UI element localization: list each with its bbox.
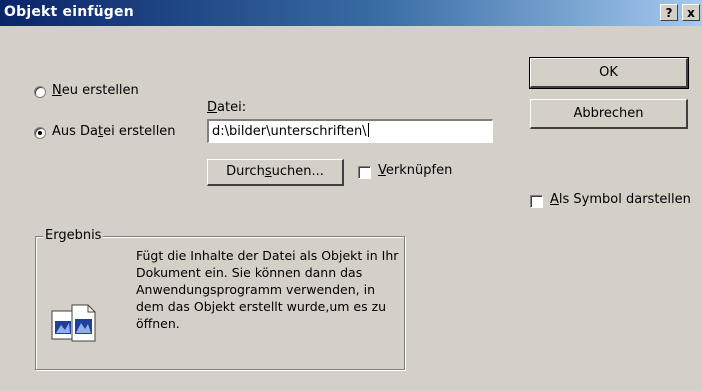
cancel-button[interactable]: Abbrechen: [530, 99, 688, 129]
symbol-accel: A: [550, 192, 559, 207]
file-label-rest: atei:: [217, 100, 247, 115]
title-bar: Objekt einfügen ? x: [0, 0, 702, 26]
text-caret: [367, 123, 369, 137]
link-checkbox[interactable]: [358, 166, 371, 179]
radio-from-file[interactable]: [34, 127, 46, 139]
browse-button[interactable]: Durchsuchen...: [207, 159, 344, 186]
close-button[interactable]: x: [682, 4, 700, 21]
symbol-label-rest: ls Symbol darstellen: [558, 192, 691, 207]
ok-button[interactable]: OK: [529, 57, 689, 89]
radio-from-file-label[interactable]: Aus Datei erstellen: [52, 124, 176, 139]
radio-from-file-label-post: ei erstellen: [103, 124, 176, 139]
symbol-checkbox-label[interactable]: Als Symbol darstellen: [550, 192, 691, 207]
window-title: Objekt einfügen: [4, 4, 134, 20]
document-object-icon: [51, 304, 96, 342]
radio-new-accel: N: [52, 83, 62, 98]
browse-label-post: uchen...: [271, 164, 324, 179]
result-group: Ergebnis Fügt die Inhalte der Datei als …: [35, 228, 405, 370]
radio-from-file-label-pre: Aus Da: [52, 124, 99, 139]
result-description: Fügt die Inhalte der Datei als Objekt in…: [136, 248, 399, 331]
radio-from-file-dot: [38, 131, 42, 135]
radio-new[interactable]: [34, 86, 46, 98]
link-checkbox-label[interactable]: Verknüpfen: [378, 163, 452, 178]
link-label-rest: erknüpfen: [385, 163, 453, 178]
radio-new-label-post: eu erstellen: [61, 83, 139, 98]
radio-new-label[interactable]: Neu erstellen: [52, 83, 139, 98]
browse-label-pre: Durch: [226, 164, 265, 179]
symbol-checkbox[interactable]: [530, 195, 543, 208]
file-path-value: d:\bilder\unterschriften\: [212, 124, 367, 139]
link-accel: V: [378, 163, 386, 178]
result-legend: Ergebnis: [43, 228, 104, 243]
file-label-accel: D: [207, 100, 218, 115]
help-button[interactable]: ?: [660, 4, 678, 21]
file-label: Datei:: [207, 100, 246, 115]
file-path-input[interactable]: d:\bilder\unterschriften\: [207, 119, 493, 143]
browse-accel: s: [264, 164, 272, 179]
